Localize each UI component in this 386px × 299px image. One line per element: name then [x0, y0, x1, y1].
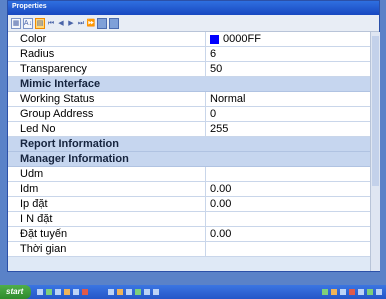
property-row-transparency[interactable]: Transparency 50: [8, 62, 370, 77]
property-grid: Color 0000FF Radius 6 Transparency 50 Mi…: [8, 32, 370, 257]
property-name: Radius: [8, 47, 206, 61]
taskbar: start: [0, 285, 386, 299]
quick-launch-icon[interactable]: [55, 289, 62, 295]
quick-launch-icon[interactable]: [73, 289, 80, 295]
app-icon[interactable]: [108, 289, 115, 295]
tray-icon[interactable]: [358, 289, 364, 295]
tray-icon[interactable]: [322, 289, 328, 295]
quick-launch-icon[interactable]: [46, 289, 53, 295]
tray-icon[interactable]: [376, 289, 382, 295]
property-name: Udm: [8, 167, 206, 181]
property-row-udm[interactable]: Udm: [8, 167, 370, 182]
property-row-dat-tuyen[interactable]: Đặt tuyến 0.00: [8, 227, 370, 242]
property-name: Transparency: [8, 62, 206, 76]
scrollbar-thumb[interactable]: [372, 36, 379, 186]
window-title: Properties: [8, 1, 379, 15]
property-row-ip-dat[interactable]: Ip đặt 0.00: [8, 197, 370, 212]
first-record-icon[interactable]: ⏮: [47, 19, 55, 28]
property-row-led-no[interactable]: Led No 255: [8, 122, 370, 137]
alphabetic-sort-icon[interactable]: A↓: [23, 17, 33, 29]
property-value[interactable]: 0: [206, 107, 370, 121]
property-value[interactable]: [206, 242, 370, 256]
category-report-information[interactable]: Report Information: [8, 137, 370, 152]
property-row-idm[interactable]: Idm 0.00: [8, 182, 370, 197]
property-name: Idm: [8, 182, 206, 196]
tray-icon[interactable]: [367, 289, 373, 295]
system-tray: [322, 289, 382, 295]
property-value[interactable]: 0.00: [206, 182, 370, 196]
properties-page-icon[interactable]: ▤: [35, 17, 45, 29]
category-manager-information[interactable]: Manager Information: [8, 152, 370, 167]
grid-view-icon[interactable]: [97, 17, 107, 29]
vertical-scrollbar[interactable]: [370, 32, 380, 271]
property-row-group-address[interactable]: Group Address 0: [8, 107, 370, 122]
previous-record-icon[interactable]: ◀: [57, 19, 65, 28]
property-row-thoi-gian[interactable]: Thời gian: [8, 242, 370, 257]
property-value[interactable]: 0.00: [206, 197, 370, 211]
property-value[interactable]: [206, 212, 370, 226]
color-swatch: [210, 34, 219, 44]
property-name: I N đặt: [8, 212, 206, 226]
color-value: 0000FF: [223, 33, 261, 45]
taskbar-app-icons: [108, 289, 160, 295]
start-button[interactable]: start: [0, 285, 32, 299]
property-value[interactable]: [206, 167, 370, 181]
tray-icon[interactable]: [340, 289, 346, 295]
quick-launch-icon[interactable]: [37, 289, 44, 295]
properties-toolbar: ▦ A↓ ▤ ⏮ ◀ ▶ ⏭ ⏩: [8, 15, 379, 32]
next-record-icon[interactable]: ⏭: [77, 19, 85, 28]
app-icon[interactable]: [144, 289, 151, 295]
property-value[interactable]: Normal: [206, 92, 370, 106]
property-row-i-n-dat[interactable]: I N đặt: [8, 212, 370, 227]
quick-launch-icon[interactable]: [82, 289, 89, 295]
app-icon[interactable]: [135, 289, 142, 295]
last-record-icon[interactable]: ⏩: [87, 19, 96, 28]
property-value[interactable]: 0.00: [206, 227, 370, 241]
property-value[interactable]: 50: [206, 62, 370, 76]
categorized-icon[interactable]: ▦: [11, 17, 21, 29]
property-name: Ip đặt: [8, 197, 206, 211]
property-name: Group Address: [8, 107, 206, 121]
property-row-color[interactable]: Color 0000FF: [8, 32, 370, 47]
property-row-radius[interactable]: Radius 6: [8, 47, 370, 62]
list-view-icon[interactable]: [109, 17, 119, 29]
play-icon[interactable]: ▶: [67, 19, 75, 28]
property-name: Working Status: [8, 92, 206, 106]
property-name: Thời gian: [8, 242, 206, 256]
quick-launch-icon[interactable]: [64, 289, 71, 295]
property-row-working-status[interactable]: Working Status Normal: [8, 92, 370, 107]
property-value[interactable]: 6: [206, 47, 370, 61]
property-value[interactable]: 0000FF: [206, 32, 370, 46]
tray-icon[interactable]: [331, 289, 337, 295]
property-name: Đặt tuyến: [8, 227, 206, 241]
property-value[interactable]: 255: [206, 122, 370, 136]
quick-launch-icons: [37, 289, 89, 295]
property-name: Led No: [8, 122, 206, 136]
category-mimic-interface[interactable]: Mimic Interface: [8, 77, 370, 92]
app-icon[interactable]: [117, 289, 124, 295]
tray-icon[interactable]: [349, 289, 355, 295]
app-icon[interactable]: [126, 289, 133, 295]
app-icon[interactable]: [153, 289, 160, 295]
property-name: Color: [8, 32, 206, 46]
properties-window: Properties ▦ A↓ ▤ ⏮ ◀ ▶ ⏭ ⏩ Color 0000FF…: [7, 0, 380, 272]
